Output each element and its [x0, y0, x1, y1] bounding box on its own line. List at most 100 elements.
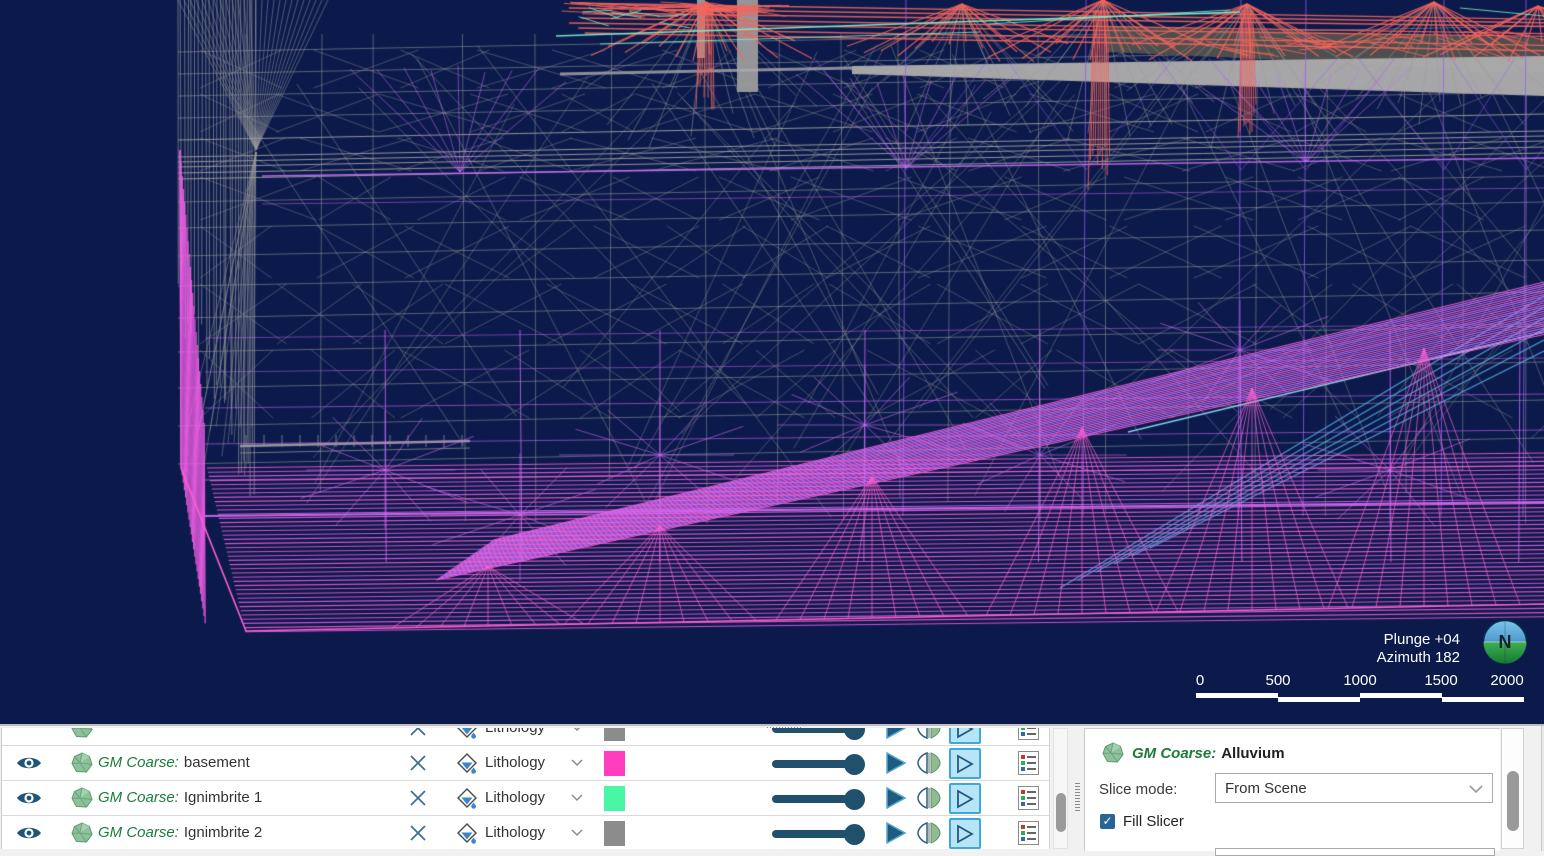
lithology-bucket-icon[interactable]: [456, 728, 478, 739]
scrollbar-thumb[interactable]: [1056, 793, 1066, 832]
layer-row: GM Coarse: Ignimbrite 1 Lithology: [2, 781, 1049, 816]
slider-knob[interactable]: [844, 789, 865, 810]
render-filled-triangle-button[interactable]: [884, 728, 908, 740]
fill-slicer-checkbox[interactable]: [1100, 814, 1115, 829]
render-filled-triangle-button[interactable]: [884, 751, 908, 775]
flat-shade-icon[interactable]: [916, 728, 942, 740]
outlined-triangle-icon: [955, 824, 975, 844]
slider-knob[interactable]: [844, 728, 865, 740]
shape-list-scrollbar[interactable]: [1053, 728, 1068, 849]
scale-segment: [1278, 697, 1360, 702]
outline-toggle-button-active[interactable]: [949, 748, 981, 779]
scale-tick: 1500: [1424, 672, 1457, 689]
color-swatch[interactable]: [604, 728, 625, 741]
opacity-slider[interactable]: [772, 824, 876, 844]
lithology-bucket-icon[interactable]: [456, 787, 478, 809]
mesh-icon: [71, 822, 93, 844]
legend-icon[interactable]: [1018, 786, 1039, 810]
plunge-label: Plunge +04: [1377, 631, 1460, 649]
layer-row: GM Coarse: basement Lithology: [2, 746, 1049, 781]
outline-toggle-button-active[interactable]: [949, 728, 981, 744]
layer-name-label: basement: [184, 754, 250, 771]
mesh-icon: [71, 728, 93, 739]
color-swatch[interactable]: [604, 821, 625, 846]
display-mode-label[interactable]: Lithology: [485, 728, 545, 736]
outline-toggle-button-active[interactable]: [949, 818, 981, 849]
layer-row: GM Coarse: Ignimbrite 2 Lithology: [2, 816, 1049, 849]
orientation-readout: Plunge +04 Azimuth 182: [1377, 631, 1460, 667]
outline-toggle-button-active[interactable]: [949, 783, 981, 814]
chevron-down-icon[interactable]: [571, 829, 583, 837]
scale-segment: [1196, 693, 1278, 698]
layer-row: Lithology: [2, 728, 1049, 746]
layer-name-label: Ignimbrite 2: [184, 824, 262, 841]
visibility-eye-icon[interactable]: [16, 755, 42, 771]
scale-bar: 0 500 1000 1500 2000: [1188, 672, 1528, 704]
vertical-splitter-handle[interactable]: [1075, 781, 1080, 811]
display-mode-label[interactable]: Lithology: [485, 754, 545, 771]
flat-shade-icon[interactable]: [916, 786, 942, 810]
mesh-icon: [1102, 742, 1124, 764]
outlined-triangle-icon: [955, 754, 975, 774]
flat-shade-icon[interactable]: [916, 821, 942, 845]
opacity-slider[interactable]: [772, 754, 876, 774]
slice-mode-label: Slice mode:: [1099, 781, 1177, 798]
properties-title-name: Alluvium: [1221, 745, 1284, 762]
slider-knob[interactable]: [844, 824, 865, 845]
legend-icon[interactable]: [1018, 821, 1039, 845]
layer-model-label: GM Coarse:: [98, 754, 179, 771]
display-mode-label[interactable]: Lithology: [485, 789, 545, 806]
properties-header: GM Coarse: Alluvium: [1102, 741, 1285, 765]
color-swatch[interactable]: [604, 751, 625, 776]
slice-mode-value: From Scene: [1225, 780, 1307, 797]
panel-divider: [1049, 728, 1050, 849]
legend-icon[interactable]: [1018, 728, 1039, 740]
legend-icon[interactable]: [1018, 751, 1039, 775]
scale-tick: 0: [1196, 672, 1204, 689]
shape-list: Lithology: [1, 728, 1049, 849]
mesh-icon: [71, 787, 93, 809]
layer-name-label: Ignimbrite 1: [184, 789, 262, 806]
slider-knob[interactable]: [844, 754, 865, 775]
properties-scrollbar[interactable]: [1501, 728, 1524, 849]
properties-title-model: GM Coarse:: [1132, 745, 1216, 762]
layer-model-label: GM Coarse:: [98, 789, 179, 806]
remove-from-scene-icon[interactable]: [409, 754, 427, 772]
chevron-down-icon[interactable]: [571, 728, 583, 732]
azimuth-label: Azimuth 182: [1377, 649, 1460, 667]
color-swatch[interactable]: [604, 786, 625, 811]
bottom-dock: Lithology: [0, 724, 1544, 849]
scale-tick: 500: [1265, 672, 1290, 689]
flat-shade-icon[interactable]: [916, 751, 942, 775]
scale-tick: 1000: [1343, 672, 1376, 689]
chevron-down-icon[interactable]: [571, 794, 583, 802]
render-filled-triangle-button[interactable]: [884, 821, 908, 845]
remove-from-scene-icon[interactable]: [409, 824, 427, 842]
chevron-down-icon[interactable]: [571, 759, 583, 767]
remove-from-scene-icon[interactable]: [409, 789, 427, 807]
scale-segment: [1442, 697, 1524, 702]
visibility-eye-icon[interactable]: [16, 825, 42, 841]
scale-tick: 2000: [1490, 672, 1523, 689]
remove-from-scene-icon[interactable]: [409, 728, 427, 737]
slice-mode-dropdown[interactable]: From Scene: [1215, 773, 1493, 803]
outlined-triangle-icon: [955, 728, 975, 739]
layer-model-label: GM Coarse:: [98, 824, 179, 841]
render-filled-triangle-button[interactable]: [884, 786, 908, 810]
lithology-bucket-icon[interactable]: [456, 752, 478, 774]
chevron-down-icon: [1469, 785, 1483, 794]
fill-slicer-label: Fill Slicer: [1123, 813, 1184, 830]
3d-scene-canvas[interactable]: [0, 0, 1544, 724]
visibility-eye-icon[interactable]: [16, 790, 42, 806]
scrollbar-thumb[interactable]: [1507, 771, 1519, 831]
compass-north-letter: N: [1499, 632, 1512, 652]
compass-ball[interactable]: N: [1482, 619, 1528, 665]
display-mode-label[interactable]: Lithology: [485, 824, 545, 841]
mesh-icon: [71, 752, 93, 774]
opacity-slider[interactable]: [772, 728, 876, 739]
clipped-control[interactable]: [1215, 848, 1495, 856]
3d-viewport[interactable]: Plunge +04 Azimuth 182 N 0 500 1000 1500…: [0, 0, 1544, 724]
properties-panel: GM Coarse: Alluvium Slice mode: From Sce…: [1084, 728, 1500, 851]
lithology-bucket-icon[interactable]: [456, 822, 478, 844]
opacity-slider[interactable]: [772, 789, 876, 809]
